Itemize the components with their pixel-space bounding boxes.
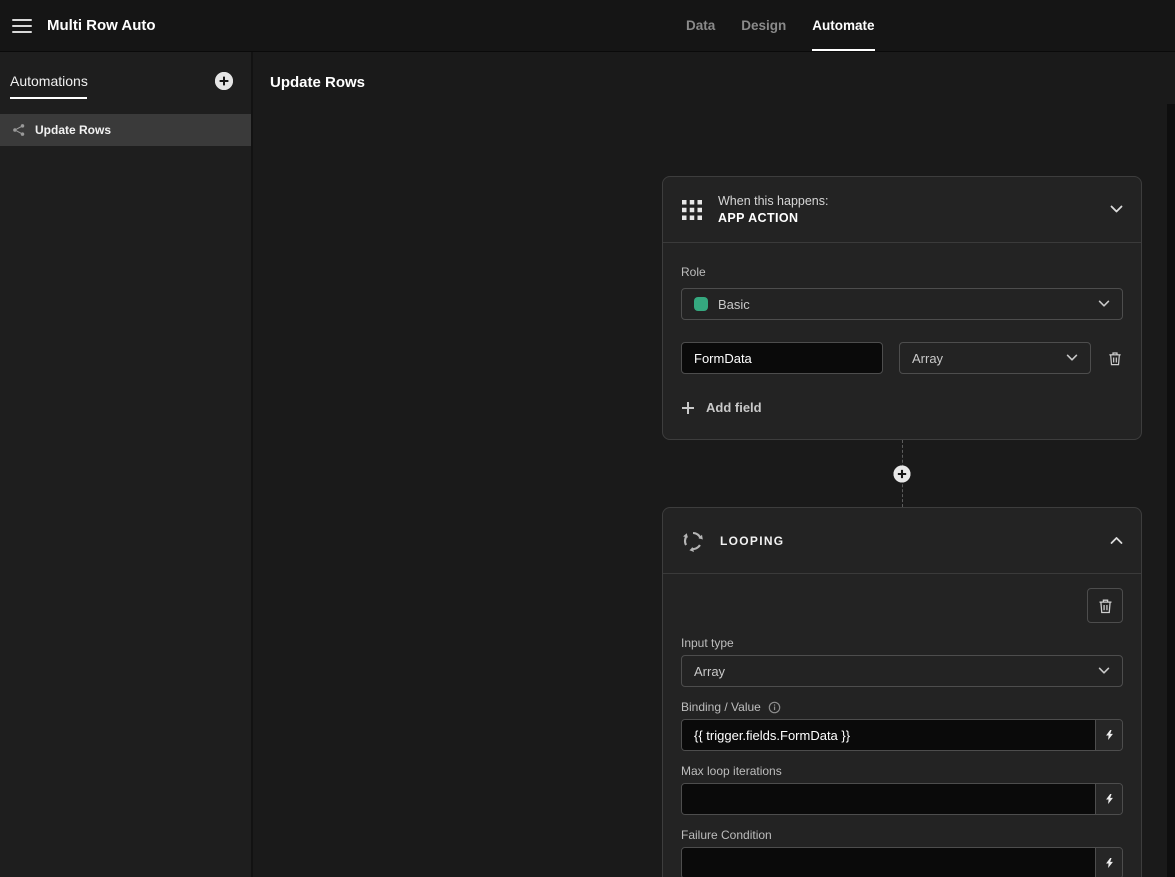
page-title: Update Rows [270,74,366,91]
looping-title: LOOPING [720,533,785,548]
trigger-field-row: Array [681,342,1123,374]
binding-value-input[interactable] [682,720,1095,750]
plus-icon [215,72,233,90]
role-select-value: Basic [718,296,750,312]
automations-sidebar: Automations Update Rows [0,52,253,877]
role-select[interactable]: Basic [681,288,1123,320]
chevron-down-icon [1098,667,1110,675]
binding-value-label-row: Binding / Value [681,700,1123,714]
looping-card: LOOPING Input type Array Binding / Value… [662,507,1142,877]
chevron-down-icon [1098,300,1110,308]
field-name-input[interactable] [681,342,883,374]
info-icon[interactable] [768,701,781,714]
field-type-select[interactable]: Array [899,342,1091,374]
binding-value-input-group [681,719,1123,751]
automation-flow: When this happens: APP ACTION Role Basic [662,176,1142,877]
lightning-bolt-icon [1105,857,1113,869]
add-field-button[interactable]: Add field [681,400,1123,415]
add-field-label: Add field [706,400,762,415]
trash-icon [1109,351,1121,365]
binding-picker-button[interactable] [1095,784,1122,814]
topbar: Multi Row Auto Data Design Automate [0,0,1175,52]
automation-share-icon [12,123,26,137]
app-action-grid-icon [681,199,703,221]
sidebar-tab-underline [10,97,87,99]
chevron-down-icon[interactable] [1110,205,1123,214]
input-type-select[interactable]: Array [681,655,1123,687]
role-color-swatch [694,297,708,311]
binding-picker-button[interactable] [1095,720,1122,750]
topbar-tabs: Data Design Automate [686,0,875,51]
app-title: Multi Row Auto [47,17,156,34]
trigger-card-header[interactable]: When this happens: APP ACTION [663,177,1141,243]
sidebar-item-label: Update Rows [35,123,112,137]
hamburger-menu-icon[interactable] [12,18,32,33]
add-automation-button[interactable] [215,72,233,90]
step-connector [662,440,1142,507]
trash-icon [1098,599,1112,613]
failure-condition-label: Failure Condition [681,828,772,842]
looping-card-header[interactable]: LOOPING [663,508,1141,574]
lightning-bolt-icon [1105,729,1113,741]
input-type-label: Input type [681,636,734,650]
tab-design[interactable]: Design [741,0,786,51]
add-step-button[interactable] [893,465,911,482]
max-iterations-input-group [681,783,1123,815]
binding-picker-button[interactable] [1095,848,1122,877]
trigger-card-body: Role Basic Array [663,243,1141,439]
role-label: Role [681,265,706,279]
failure-condition-input-group [681,847,1123,877]
trigger-title: APP ACTION [718,211,799,225]
chevron-up-icon[interactable] [1110,536,1123,545]
looping-card-body: Input type Array Binding / Value {{trig… [663,574,1141,877]
loop-icon [681,529,705,553]
failure-condition-input[interactable] [682,848,1095,877]
binding-value-label: Binding / Value [681,700,761,714]
sidebar-title: Automations [10,73,88,89]
max-iterations-label: Max loop iterations [681,764,782,778]
input-type-value: Array [694,663,726,679]
trigger-card: When this happens: APP ACTION Role Basic [662,176,1142,440]
sidebar-item-update-rows[interactable]: Update Rows [0,114,251,146]
sidebar-header: Automations [0,52,251,90]
delete-loop-button[interactable] [1087,588,1123,623]
vertical-scrollbar[interactable] [1167,104,1175,877]
tab-automate[interactable]: Automate [812,0,875,51]
plus-icon [893,465,911,482]
trigger-kicker: When this happens: [718,194,829,208]
plus-icon [682,401,694,414]
field-type-value: Array [912,350,944,366]
delete-field-button[interactable] [1107,350,1123,367]
lightning-bolt-icon [1105,793,1113,805]
max-iterations-input[interactable] [682,784,1095,814]
chevron-down-icon [1066,354,1078,362]
tab-data[interactable]: Data [686,0,715,51]
automation-canvas: Update Rows When this happens: APP ACTIO… [253,52,1175,877]
